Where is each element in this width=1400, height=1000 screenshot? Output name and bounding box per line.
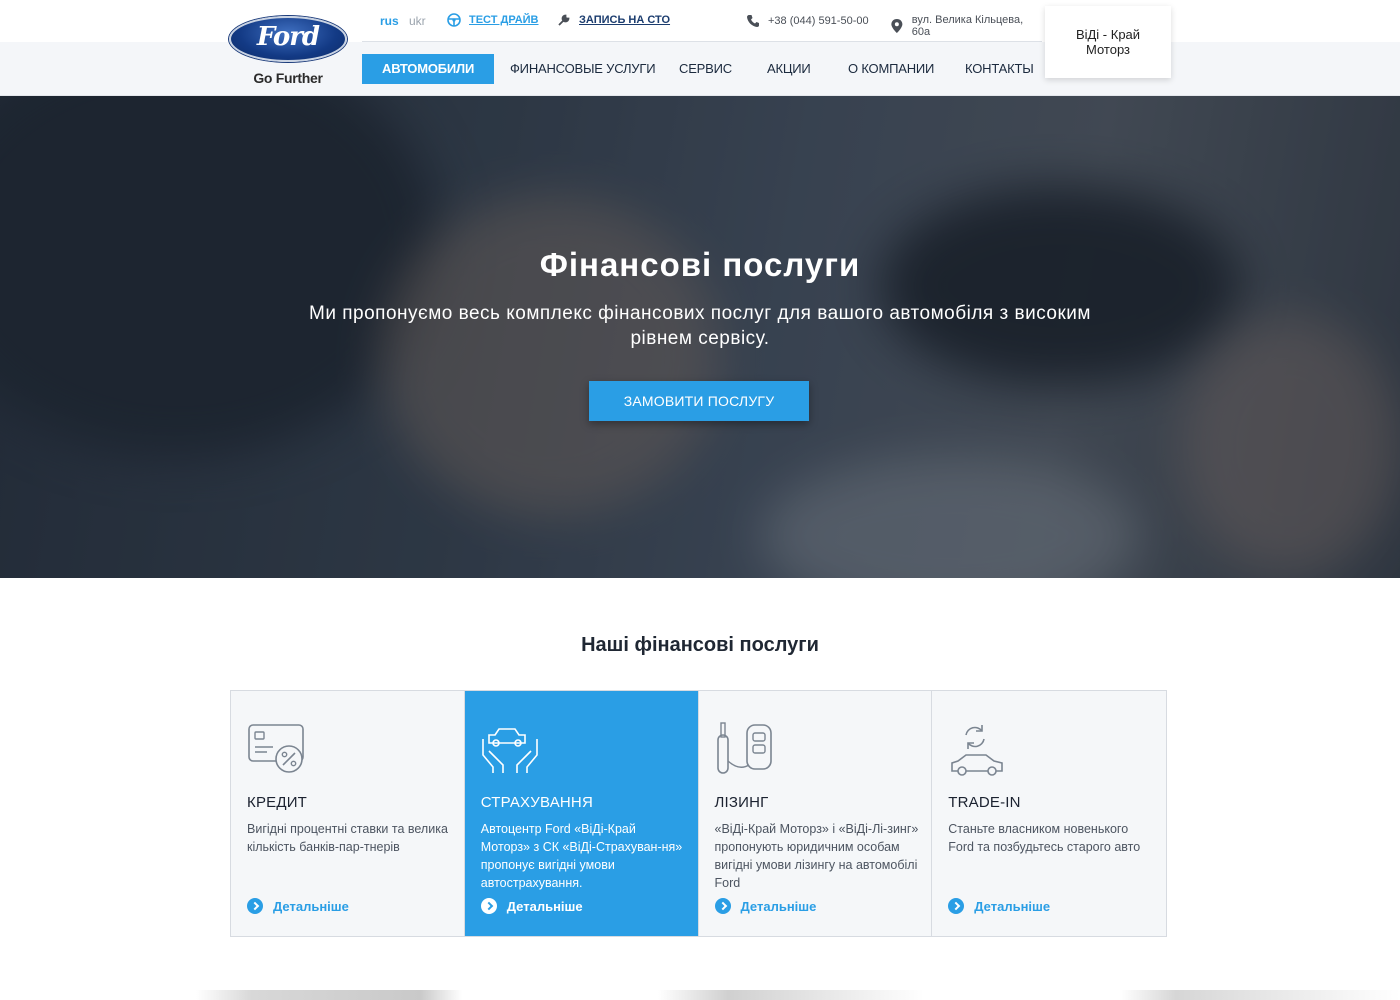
card-more-label: Детальніше <box>506 898 583 914</box>
leasing-key-icon <box>716 722 772 774</box>
card-more-label: Детальніше <box>740 898 817 914</box>
card-description: Автоцентр Ford «ВіДі-Край Моторз» з СК «… <box>480 822 683 890</box>
service-card-insurance[interactable]: СТРАХУВАННЯ Автоцентр Ford «ВіДі-Край Мо… <box>464 691 699 936</box>
card-more-link[interactable]: Детальніше <box>247 898 349 914</box>
card-more-link[interactable]: Детальніше <box>714 898 817 914</box>
nav-item-service[interactable]: СЕРВИС <box>679 54 732 84</box>
services-section-title: Наші фінансові послуги <box>581 634 819 656</box>
trade-in-car-icon <box>951 725 1004 776</box>
phone-number: +38 (044) 591-50-00 <box>768 15 869 27</box>
hero-subtitle: Ми пропонуємо весь комплекс фінансових п… <box>309 303 1091 349</box>
ford-logo[interactable]: Ford Go Further <box>229 16 347 90</box>
map-pin-icon <box>891 19 903 33</box>
test-drive-label: ТЕСТ ДРАЙВ <box>469 14 539 26</box>
card-title: КРЕДИТ <box>247 794 308 811</box>
lang-ukr-link[interactable]: ukr <box>409 14 426 28</box>
chevron-right-icon <box>480 898 497 914</box>
address-text: вул. Велика Кільцева, 60а <box>911 14 1024 38</box>
logo-tagline: Go Further <box>253 70 323 86</box>
next-section-preview <box>0 990 1400 1000</box>
insurance-hands-car-icon <box>481 728 538 773</box>
card-title: СТРАХУВАННЯ <box>480 794 593 811</box>
phone-icon <box>747 15 759 27</box>
chevron-right-icon <box>948 898 965 914</box>
nav-item-about[interactable]: О КОМПАНИИ <box>848 54 934 84</box>
top-bar: rus ukr ТЕСТ ДРАЙВ ЗАПИСЬ НА СТО +38 (04… <box>362 0 1042 42</box>
nav-item-cars[interactable]: АВТОМОБИЛИ <box>362 54 495 84</box>
card-description: «ВіДі-Край Моторз» і «ВіДі-Лі-зинг» проп… <box>714 822 919 890</box>
services-cards: КРЕДИТ Вигідні процентні ставки та велик… <box>230 690 1167 937</box>
card-title: ЛІЗИНГ <box>714 794 769 811</box>
nav-item-financial-services[interactable]: ФИНАНСОВЫЕ УСЛУГИ <box>510 54 656 84</box>
card-title: TRADE-IN <box>948 794 1021 811</box>
card-more-label: Детальніше <box>974 898 1051 914</box>
phone-info[interactable]: +38 (044) 591-50-00 <box>746 14 869 28</box>
card-more-link[interactable]: Детальніше <box>948 898 1050 914</box>
site-header: Ford Go Further rus ukr ТЕСТ ДРАЙВ ЗАПИС… <box>0 0 1400 96</box>
service-booking-label: ЗАПИСЬ НА СТО <box>579 14 671 26</box>
service-booking-link[interactable]: ЗАПИСЬ НА СТО <box>557 13 670 27</box>
test-drive-link[interactable]: ТЕСТ ДРАЙВ <box>447 13 539 27</box>
chevron-right-icon <box>247 898 263 914</box>
card-more-label: Детальніше <box>273 898 349 914</box>
wrench-icon <box>558 14 570 26</box>
dealer-selector[interactable]: ВіДі - Край Моторз <box>1045 6 1171 78</box>
credit-card-percent-icon <box>248 724 304 773</box>
hero-title: Фінансові послуги <box>539 246 861 283</box>
logo-wordmark: Ford <box>256 22 320 52</box>
order-service-button[interactable]: ЗАМОВИТИ ПОСЛУГУ <box>589 381 809 421</box>
nav-item-contacts[interactable]: КОНТАКТЫ <box>965 54 1034 84</box>
address-info[interactable]: вул. Велика Кільцева, 60а <box>890 14 1042 38</box>
service-card-trade-in[interactable]: TRADE-IN Станьте власником новенького Fo… <box>932 691 1166 936</box>
service-card-leasing[interactable]: ЛІЗИНГ «ВіДі-Край Моторз» і «ВіДі-Лі-зин… <box>698 691 933 936</box>
chevron-right-icon <box>714 898 731 914</box>
card-description: Вигідні процентні ставки та велика кільк… <box>247 822 448 854</box>
nav-item-promotions[interactable]: АКЦИИ <box>767 54 811 84</box>
card-more-link[interactable]: Детальніше <box>480 898 583 914</box>
hero-banner: Фінансові послуги Ми пропонуємо весь ком… <box>0 96 1400 578</box>
lang-rus-link[interactable]: rus <box>380 14 399 28</box>
steering-wheel-icon <box>447 13 461 27</box>
service-card-credit[interactable]: КРЕДИТ Вигідні процентні ставки та велик… <box>231 691 465 936</box>
card-description: Станьте власником новенького Ford та поз… <box>948 822 1141 854</box>
